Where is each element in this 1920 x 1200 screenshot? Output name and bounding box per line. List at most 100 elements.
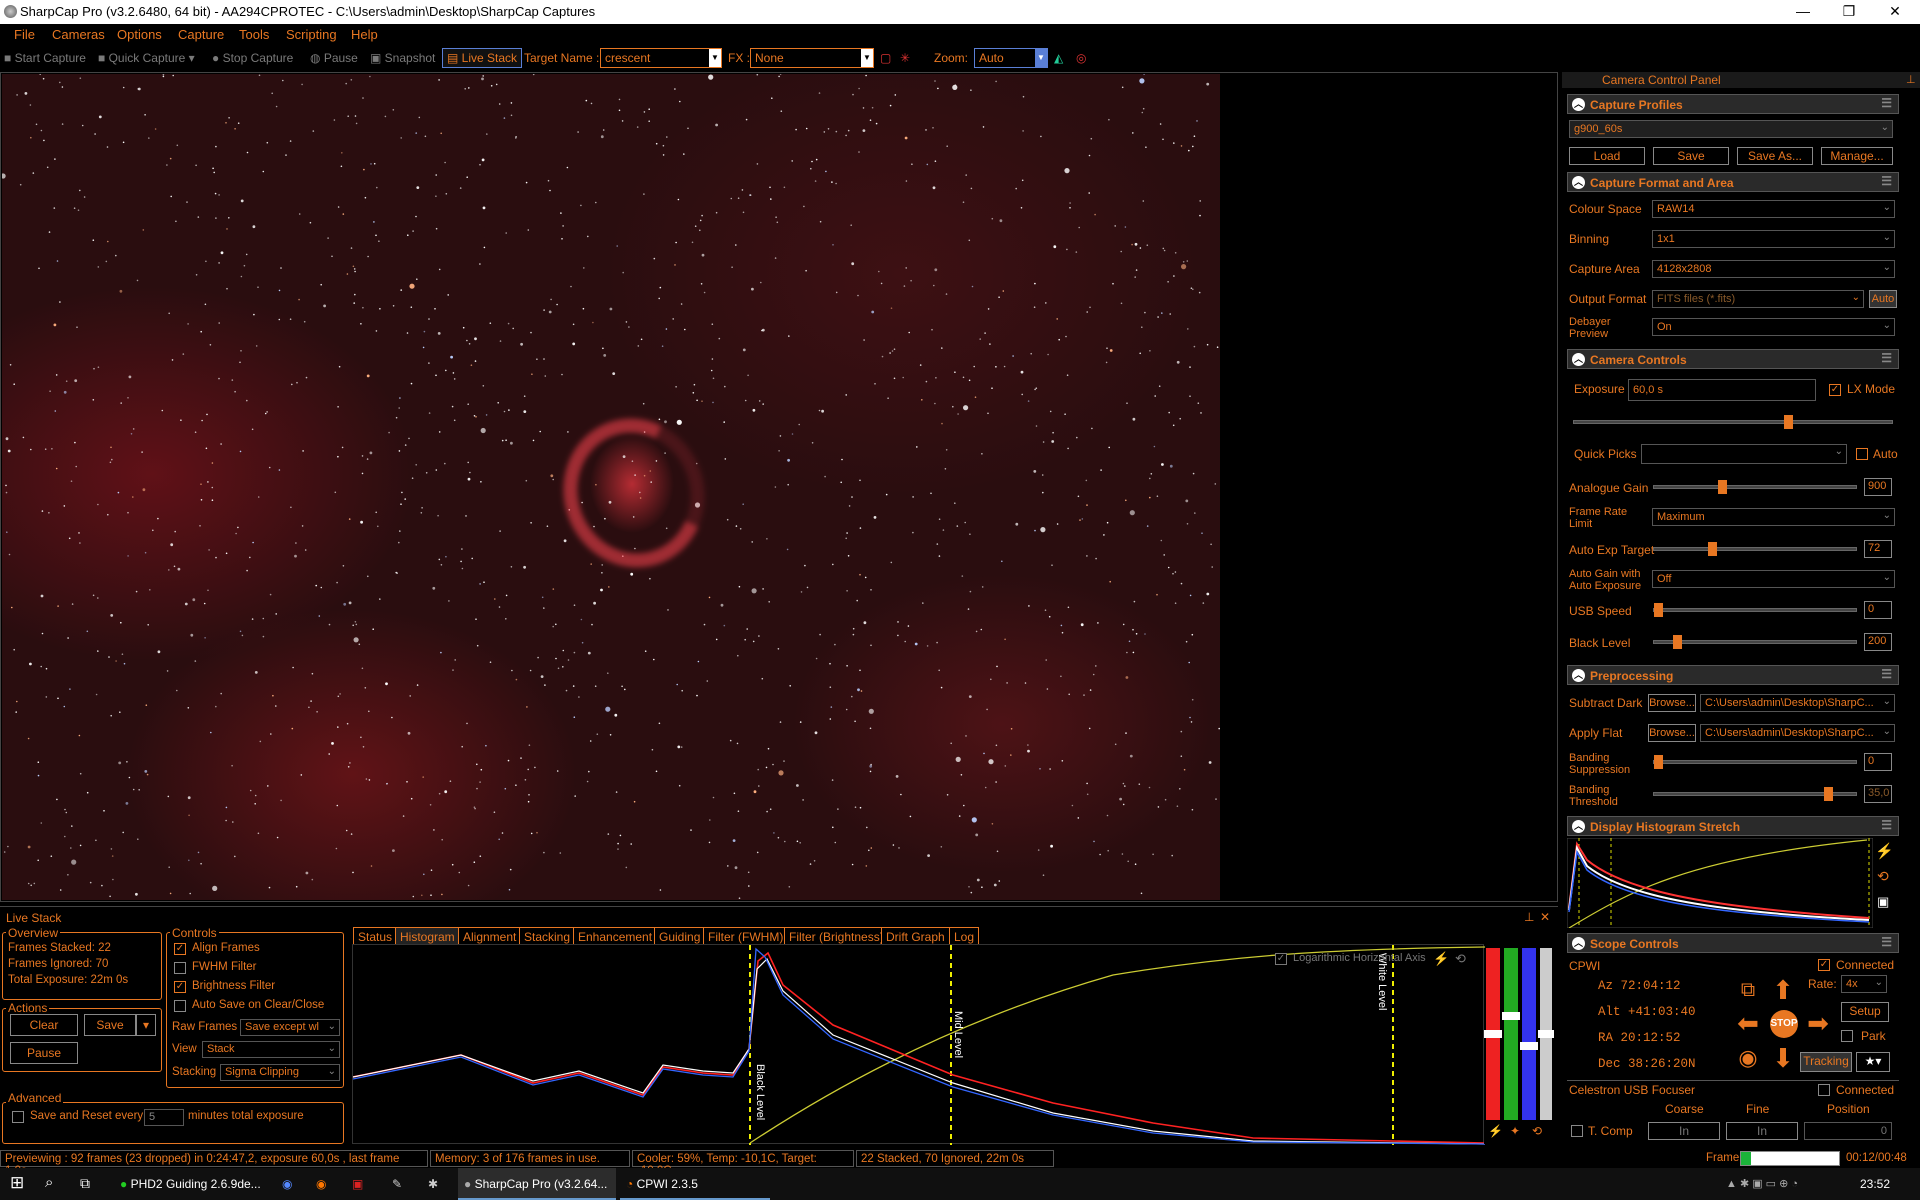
auto-format-button[interactable]: Auto bbox=[1869, 290, 1897, 308]
banding-suppression-input[interactable]: 0 bbox=[1864, 753, 1892, 771]
focuser-position-input[interactable]: 0 bbox=[1804, 1122, 1892, 1140]
pause-button[interactable]: ◍ Pause bbox=[310, 51, 358, 65]
slider-thumb[interactable] bbox=[1484, 1030, 1502, 1038]
usb-speed-slider[interactable] bbox=[1653, 603, 1857, 617]
frame-rate-select[interactable]: Maximum ⌄ bbox=[1652, 508, 1895, 526]
save-profile-button[interactable]: Save bbox=[1653, 147, 1729, 165]
tray-icons[interactable]: ▲ ✱ ▣ ▭ ⊕ ◔ bbox=[1726, 1168, 1798, 1200]
output-format-select[interactable]: FITS files (*.fits) ⌄ bbox=[1652, 290, 1864, 308]
rate-select[interactable]: 4x ⌄ bbox=[1841, 975, 1887, 993]
lx-mode-checkbox[interactable]: ✓ bbox=[1829, 384, 1841, 396]
scope-controls-header[interactable]: ︿ Scope Controls ☰ bbox=[1567, 933, 1899, 953]
pen-icon[interactable]: ✎ bbox=[392, 1168, 402, 1200]
browse-flat-button[interactable]: Browse... bbox=[1648, 724, 1696, 742]
slider-thumb[interactable] bbox=[1717, 480, 1727, 494]
tab-stacking[interactable]: Stacking bbox=[519, 927, 576, 945]
log-axis-checkbox[interactable]: ✓ bbox=[1275, 953, 1287, 965]
live-stack-button[interactable]: ▤ Live Stack bbox=[442, 48, 523, 68]
taskbar-item-sharpcap[interactable]: ● SharpCap Pro (v3.2.64... bbox=[458, 1168, 616, 1200]
lightning-icon[interactable]: ⚡ bbox=[1488, 1124, 1503, 1138]
reticle-icon[interactable]: ▢ bbox=[880, 51, 891, 65]
maximize-button[interactable]: ❐ bbox=[1826, 0, 1872, 24]
home-icon[interactable]: ⧉ bbox=[1733, 975, 1763, 1005]
snapshot-button[interactable]: ▣ Snapshot bbox=[370, 51, 435, 65]
blue-bar[interactable] bbox=[1522, 948, 1536, 1120]
collapse-icon[interactable]: ︿ bbox=[1572, 176, 1585, 189]
brightness-filter-checkbox[interactable]: ✓ bbox=[174, 981, 186, 993]
reset-icon[interactable]: ⟲ bbox=[1455, 951, 1466, 967]
collapse-icon[interactable]: ︿ bbox=[1572, 669, 1585, 682]
auto-stretch-icon[interactable]: ⚡ bbox=[1875, 842, 1894, 860]
histogram-stretch-header[interactable]: ︿ Display Histogram Stretch ☰ bbox=[1567, 816, 1899, 836]
colour-space-select[interactable]: RAW14 ⌄ bbox=[1652, 200, 1895, 218]
tab-log[interactable]: Log bbox=[949, 927, 980, 945]
reset-icon[interactable]: ⟲ bbox=[1877, 868, 1889, 885]
focuser-connected-checkbox[interactable] bbox=[1818, 1084, 1830, 1096]
slider-thumb[interactable] bbox=[1538, 1030, 1554, 1038]
slider-thumb[interactable] bbox=[1708, 542, 1718, 556]
close-livestack-icon[interactable]: ✕ bbox=[1540, 910, 1550, 924]
save-as-profile-button[interactable]: Save As... bbox=[1737, 147, 1813, 165]
exposure-slider[interactable] bbox=[1573, 415, 1893, 429]
gear-icon[interactable]: ✱ bbox=[428, 1168, 438, 1200]
stacking-select[interactable]: Sigma Clipping ⌄ bbox=[220, 1064, 340, 1081]
save-stack-button[interactable]: Save bbox=[84, 1014, 136, 1036]
tab-filter-brightness[interactable]: Filter (Brightness) bbox=[784, 927, 889, 945]
auto-exp-input[interactable]: 72 bbox=[1864, 540, 1892, 558]
binning-select[interactable]: 1x1 ⌄ bbox=[1652, 230, 1895, 248]
tcomp-checkbox[interactable] bbox=[1571, 1125, 1583, 1137]
browse-dark-button[interactable]: Browse... bbox=[1648, 694, 1696, 712]
capture-format-header[interactable]: ︿ Capture Format and Area ☰ bbox=[1567, 172, 1899, 192]
slider-thumb[interactable] bbox=[1520, 1042, 1538, 1050]
auto-save-checkbox[interactable] bbox=[174, 1000, 186, 1012]
chevron-down-icon[interactable]: ▼ bbox=[1035, 49, 1047, 67]
slider-thumb[interactable] bbox=[1654, 603, 1663, 617]
menu-icon[interactable]: ☰ bbox=[1881, 935, 1892, 949]
chevron-down-icon[interactable]: ▼ bbox=[709, 49, 721, 67]
capture-area-select[interactable]: 4128x2808 ⌄ bbox=[1652, 260, 1895, 278]
menu-help[interactable]: Help bbox=[351, 27, 378, 42]
menu-icon[interactable]: ☰ bbox=[1881, 96, 1892, 110]
analogue-gain-slider[interactable] bbox=[1653, 480, 1857, 494]
black-level-slider[interactable] bbox=[1653, 635, 1857, 649]
histogram-stretch-graph[interactable] bbox=[1567, 838, 1873, 928]
target-icon[interactable]: ◉ bbox=[1733, 1043, 1763, 1073]
start-capture-button[interactable]: ■ Start Capture bbox=[4, 51, 86, 65]
east-arrow-button[interactable]: ➡ bbox=[1803, 1008, 1833, 1038]
tab-enhancement[interactable]: Enhancement bbox=[573, 927, 658, 945]
scope-connected-checkbox[interactable]: ✓ bbox=[1818, 959, 1830, 971]
tab-guiding[interactable]: Guiding bbox=[654, 927, 706, 945]
menu-icon[interactable]: ☰ bbox=[1881, 818, 1892, 832]
manage-profiles-button[interactable]: Manage... bbox=[1821, 147, 1893, 165]
save-reset-checkbox[interactable] bbox=[12, 1111, 24, 1123]
fwhm-filter-checkbox[interactable] bbox=[174, 962, 186, 974]
quick-picks-select[interactable]: ⌄ bbox=[1641, 444, 1847, 464]
banding-threshold-slider[interactable] bbox=[1653, 787, 1857, 801]
menu-icon[interactable]: ☰ bbox=[1881, 667, 1892, 681]
save-icon[interactable]: ▣ bbox=[1877, 894, 1889, 910]
taskbar-item-phd2[interactable]: ● PHD2 Guiding 2.6.9de... bbox=[116, 1168, 266, 1200]
collapse-icon[interactable]: ︿ bbox=[1572, 98, 1585, 111]
auto-gain-select[interactable]: Off ⌄ bbox=[1652, 570, 1895, 588]
star-icon[interactable]: ✦ bbox=[1510, 1124, 1520, 1138]
scope-setup-button[interactable]: Setup bbox=[1841, 1002, 1889, 1022]
star-icon[interactable]: ★▾ bbox=[1856, 1052, 1890, 1072]
pause-stack-button[interactable]: Pause bbox=[10, 1042, 78, 1064]
align-frames-checkbox[interactable]: ✓ bbox=[174, 943, 186, 955]
app-icon[interactable]: ◉ bbox=[282, 1168, 292, 1200]
exposure-input[interactable]: 60,0 s bbox=[1628, 379, 1816, 401]
fine-in-button[interactable]: In bbox=[1726, 1122, 1798, 1140]
capture-profiles-header[interactable]: ︿ Capture Profiles ☰ bbox=[1567, 94, 1899, 114]
menu-icon[interactable]: ☰ bbox=[1881, 351, 1892, 365]
histogram-graph[interactable]: Black Level Mid Level White Level ✓ Loga… bbox=[352, 944, 1486, 1145]
menu-tools[interactable]: Tools bbox=[239, 27, 269, 42]
focus-assist-icon[interactable]: ✳ bbox=[900, 51, 910, 65]
pin-icon[interactable]: ⊥ bbox=[1524, 910, 1534, 924]
lightning-icon[interactable]: ⚡ bbox=[1433, 951, 1449, 967]
taskbar-item-cpwi[interactable]: ◔ CPWI 2.3.5 bbox=[620, 1168, 770, 1200]
clear-button[interactable]: Clear bbox=[10, 1014, 78, 1036]
chevron-down-icon[interactable]: ▼ bbox=[861, 49, 873, 67]
dark-file-select[interactable]: C:\Users\admin\Desktop\SharpC... ⌄ bbox=[1700, 694, 1895, 712]
slider-thumb[interactable] bbox=[1673, 635, 1683, 649]
south-arrow-button[interactable]: ⬇ bbox=[1768, 1043, 1798, 1073]
